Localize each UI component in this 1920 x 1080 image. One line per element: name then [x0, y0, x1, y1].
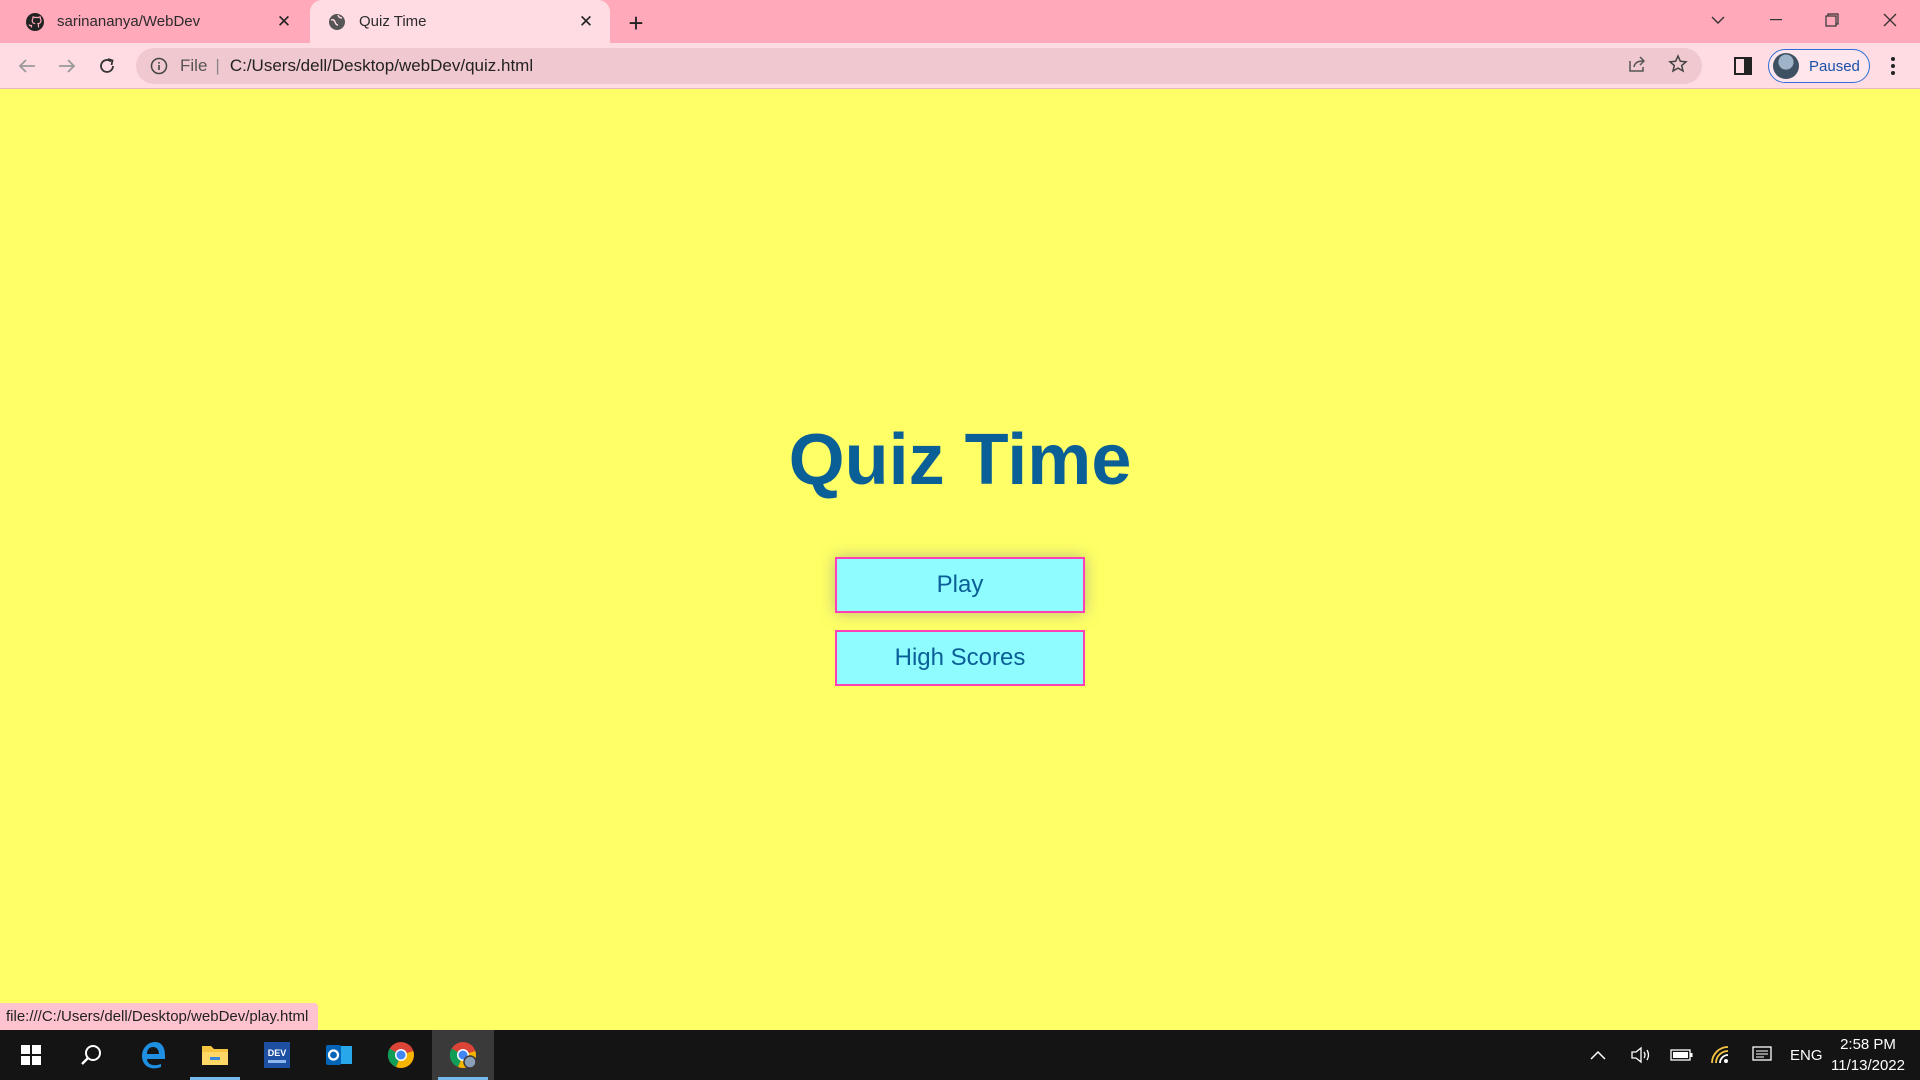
- tab-title: sarinananya/WebDev: [57, 13, 201, 30]
- github-icon: [25, 12, 45, 32]
- chrome-icon[interactable]: [370, 1030, 432, 1080]
- windows-start-icon[interactable]: [0, 1030, 62, 1080]
- address-url[interactable]: C:/Users/dell/Desktop/webDev/quiz.html: [230, 56, 533, 76]
- language-indicator[interactable]: ENG: [1790, 1030, 1823, 1080]
- tab-strip: sarinananya/WebDev ✕ Quiz Time ✕ +: [0, 0, 1920, 43]
- address-separator: |: [215, 56, 220, 75]
- play-button[interactable]: Play: [835, 557, 1085, 613]
- restore-icon[interactable]: [1804, 0, 1860, 40]
- volume-icon[interactable]: [1630, 1030, 1652, 1080]
- page-viewport: Quiz Time Play High Scores: [0, 89, 1920, 1030]
- input-method-icon[interactable]: [1752, 1030, 1772, 1080]
- browser-toolbar: File | C:/Users/dell/Desktop/webDev/quiz…: [0, 43, 1920, 89]
- reload-icon[interactable]: [92, 51, 122, 81]
- file-explorer-icon[interactable]: [184, 1030, 246, 1080]
- outlook-icon[interactable]: [308, 1030, 370, 1080]
- address-bar[interactable]: File | C:/Users/dell/Desktop/webDev/quiz…: [136, 48, 1702, 84]
- dev-app-icon[interactable]: DEV: [246, 1030, 308, 1080]
- address-actions: [1628, 48, 1688, 84]
- avatar: [1773, 53, 1799, 79]
- close-icon[interactable]: ✕: [574, 10, 598, 34]
- status-bubble: file:///C:/Users/dell/Desktop/webDev/pla…: [0, 1003, 319, 1030]
- tab-github[interactable]: sarinananya/WebDev ✕: [8, 0, 308, 43]
- edge-legacy-icon[interactable]: [122, 1030, 184, 1080]
- scheme-label: File: [180, 56, 208, 75]
- more-menu-icon[interactable]: [1882, 55, 1904, 77]
- share-icon[interactable]: [1628, 55, 1648, 78]
- back-arrow-icon[interactable]: [12, 51, 42, 81]
- profile-status: Paused: [1809, 57, 1860, 75]
- chrome-profile-icon[interactable]: [432, 1030, 494, 1080]
- new-tab-plus-icon[interactable]: +: [622, 8, 650, 38]
- chevron-down-icon[interactable]: [1690, 0, 1746, 40]
- info-icon[interactable]: [150, 57, 168, 75]
- minimize-icon[interactable]: [1748, 0, 1804, 40]
- star-icon[interactable]: [1668, 53, 1688, 79]
- clock-time: 2:58 PM: [1840, 1036, 1896, 1053]
- tab-quiz-time[interactable]: Quiz Time ✕: [310, 0, 610, 43]
- globe-icon: [327, 12, 347, 32]
- side-panel-icon[interactable]: [1732, 55, 1754, 77]
- page-title: Quiz Time: [788, 420, 1132, 500]
- clock-date: 11/13/2022: [1831, 1057, 1905, 1074]
- forward-arrow-icon[interactable]: [52, 51, 82, 81]
- svg-text:DEV: DEV: [268, 1048, 287, 1058]
- close-window-icon[interactable]: [1862, 0, 1918, 40]
- taskbar: DEV ENG 2:58 PM 11/13/2022: [0, 1030, 1920, 1080]
- taskbar-clock[interactable]: 2:58 PM 11/13/2022: [1826, 1034, 1910, 1076]
- profile-button[interactable]: Paused: [1768, 49, 1870, 83]
- wifi-icon[interactable]: [1710, 1030, 1732, 1080]
- battery-icon[interactable]: [1670, 1030, 1694, 1080]
- show-hidden-icons-icon[interactable]: [1590, 1030, 1606, 1080]
- search-icon[interactable]: [60, 1030, 122, 1080]
- close-icon[interactable]: ✕: [272, 10, 296, 34]
- high-scores-button[interactable]: High Scores: [835, 630, 1085, 686]
- tab-title: Quiz Time: [359, 13, 427, 30]
